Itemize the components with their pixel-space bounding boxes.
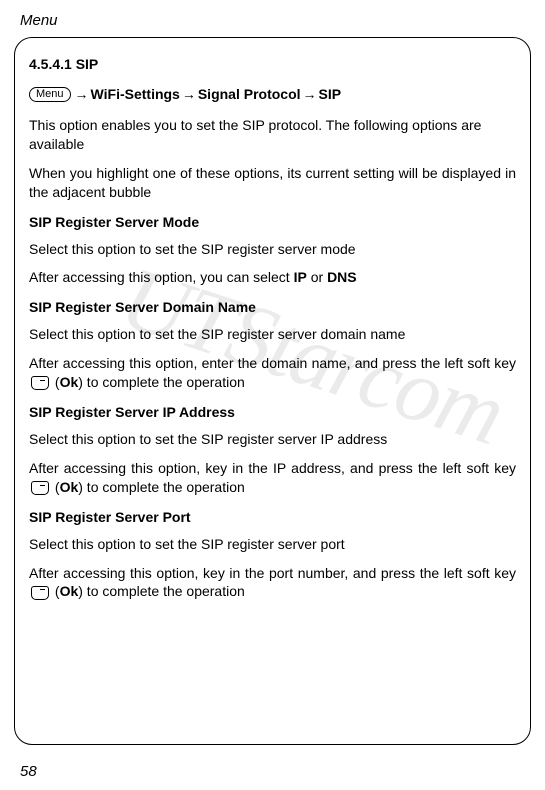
arrow-icon: →	[75, 86, 89, 102]
softkey-icon	[31, 481, 49, 495]
breadcrumb-item: Signal Protocol	[198, 86, 301, 102]
subsection-title: SIP Register Server Domain Name	[29, 299, 516, 315]
page-number: 58	[20, 763, 37, 780]
softkey-icon	[31, 586, 49, 600]
body-text: Select this option to set the SIP regist…	[29, 240, 516, 259]
breadcrumb: Menu → WiFi-Settings → Signal Protocol →…	[29, 86, 516, 102]
breadcrumb-item: WiFi-Settings	[91, 86, 180, 102]
arrow-icon: →	[182, 86, 196, 102]
subsection-title: SIP Register Server Port	[29, 509, 516, 525]
body-text: After accessing this option, key in the …	[29, 459, 516, 497]
arrow-icon: →	[303, 86, 317, 102]
body-text: Select this option to set the SIP regist…	[29, 430, 516, 449]
intro-paragraph: When you highlight one of these options,…	[29, 164, 516, 202]
body-text: Select this option to set the SIP regist…	[29, 535, 516, 554]
intro-paragraph: This option enables you to set the SIP p…	[29, 116, 516, 154]
menu-button-icon: Menu	[29, 87, 71, 102]
subsection-title: SIP Register Server Mode	[29, 214, 516, 230]
body-text: After accessing this option, enter the d…	[29, 354, 516, 392]
content-frame: UTStarcom 4.5.4.1 SIP Menu → WiFi-Settin…	[14, 37, 531, 745]
body-text: After accessing this option, key in the …	[29, 564, 516, 602]
section-number: 4.5.4.1 SIP	[29, 56, 516, 72]
body-text: Select this option to set the SIP regist…	[29, 325, 516, 344]
breadcrumb-item: SIP	[319, 86, 342, 102]
page-header: Menu	[0, 0, 545, 37]
body-text: After accessing this option, you can sel…	[29, 268, 516, 287]
softkey-icon	[31, 376, 49, 390]
subsection-title: SIP Register Server IP Address	[29, 404, 516, 420]
